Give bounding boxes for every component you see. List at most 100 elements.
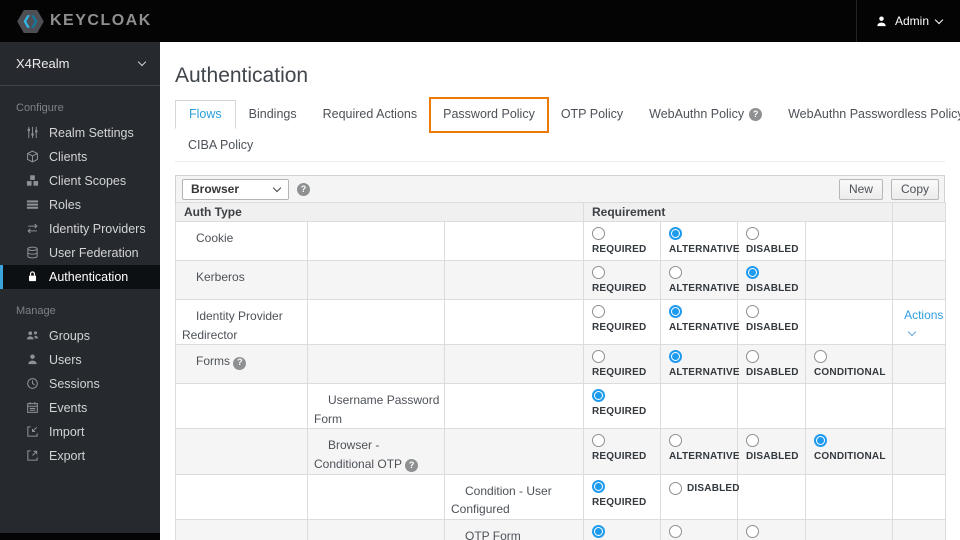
tab-bindings[interactable]: Bindings <box>236 100 310 129</box>
empty-cell <box>805 221 894 261</box>
radio-alternative[interactable] <box>669 266 683 279</box>
sidebar-item-events[interactable]: Events <box>0 396 160 420</box>
actions-dropdown[interactable]: Actions <box>894 301 944 337</box>
radio-required[interactable] <box>592 227 606 240</box>
requirement-cell: DISABLED <box>737 298 807 346</box>
tab-webauthn-passwordless-policy[interactable]: WebAuthn Passwordless Policy? <box>775 100 960 129</box>
radio-disabled[interactable] <box>746 305 760 318</box>
sidebar-item-roles[interactable]: Roles <box>0 193 160 217</box>
radio-alternative[interactable] <box>669 227 683 240</box>
empty-cell <box>175 428 308 475</box>
user-icon <box>875 15 888 28</box>
requirement-label: REQUIRED <box>592 451 647 463</box>
cubes-icon <box>26 174 40 188</box>
question-icon[interactable]: ? <box>749 107 763 121</box>
calendar-icon <box>26 401 40 415</box>
radio-disabled[interactable] <box>746 266 760 279</box>
flow-toolbar: Browser ? New Copy <box>175 175 945 203</box>
tab-label: Required Actions <box>322 107 418 121</box>
requirement-label: REQUIRED <box>592 244 647 255</box>
radio-required[interactable] <box>592 350 606 364</box>
radio-conditional[interactable] <box>814 434 828 448</box>
requirement-cell: DISABLED <box>737 221 807 261</box>
new-button[interactable]: New <box>838 178 883 200</box>
sidebar-item-label: Import <box>49 425 85 439</box>
sidebar-item-label: User Federation <box>49 246 139 260</box>
realm-selector[interactable]: X4Realm <box>0 42 160 86</box>
requirement-label: REQUIRED <box>592 496 647 508</box>
keycloak-logo[interactable]: KEYCLOAK <box>17 9 152 34</box>
sidebar-item-identity-providers[interactable]: Identity Providers <box>0 217 160 241</box>
radio-disabled[interactable] <box>746 524 760 538</box>
brand-name: KEYCLOAK <box>50 12 152 29</box>
user-icon <box>26 353 40 367</box>
help-icon[interactable]: ? <box>297 182 310 196</box>
auth-type-name: Forms <box>196 354 230 369</box>
requirement-option-disabled: DISABLED <box>746 434 805 462</box>
radio-disabled[interactable] <box>746 227 760 240</box>
question-icon[interactable]: ? <box>233 356 247 370</box>
radio-required[interactable] <box>592 305 606 318</box>
tab-password-policy[interactable]: Password Policy <box>429 97 549 133</box>
sidebar-item-export[interactable]: Export <box>0 444 160 468</box>
chevron-down-icon <box>934 15 944 24</box>
radio-alternative[interactable] <box>669 305 683 318</box>
requirement-option-required: REQUIRED <box>592 266 660 294</box>
requirement-cell: REQUIRED <box>583 344 662 385</box>
radio-required[interactable] <box>592 389 606 403</box>
radio-alternative[interactable] <box>669 524 683 538</box>
empty-cell <box>175 518 308 540</box>
flow-select[interactable]: Browser <box>182 178 289 200</box>
question-icon[interactable]: ? <box>405 459 419 473</box>
tab-webauthn-policy[interactable]: WebAuthn Policy? <box>636 100 775 129</box>
requirement-cell: REQUIRED <box>583 221 662 261</box>
requirement-cell: ALTERNATIVE <box>660 344 740 385</box>
sidebar-item-label: Authentication <box>49 270 129 284</box>
radio-required[interactable] <box>592 524 606 538</box>
sidebar-item-client-scopes[interactable]: Client Scopes <box>0 169 160 193</box>
sidebar-item-import[interactable]: Import <box>0 420 160 444</box>
requirement-option-required: REQUIRED <box>592 227 660 255</box>
auth-type-cell: Condition - User Configured <box>443 473 585 520</box>
radio-required[interactable] <box>592 434 606 448</box>
requirement-cell: ALTERNATIVE <box>660 260 740 300</box>
exchange-icon <box>26 222 40 236</box>
copy-button[interactable]: Copy <box>890 178 939 200</box>
tab-label: Flows <box>189 107 222 121</box>
tab-required-actions[interactable]: Required Actions <box>310 100 431 129</box>
auth-type-cell: Browser - Conditional OTP ? <box>307 428 445 475</box>
sidebar-item-clients[interactable]: Clients <box>0 145 160 169</box>
tab-ciba-policy[interactable]: CIBA Policy <box>175 132 266 159</box>
sidebar-item-user-federation[interactable]: User Federation <box>0 241 160 265</box>
empty-cell <box>660 383 739 430</box>
sidebar-item-label: Users <box>49 353 82 367</box>
admin-menu[interactable]: Admin <box>855 0 944 42</box>
empty-cell <box>307 344 445 385</box>
sidebar-item-realm-settings[interactable]: Realm Settings <box>0 121 160 145</box>
requirement-label: DISABLED <box>746 244 799 255</box>
requirement-cell: ALTERNATIVE <box>660 428 740 475</box>
tab-flows[interactable]: Flows <box>175 100 236 129</box>
empty-cell <box>307 518 445 540</box>
requirement-cell: REQUIRED <box>583 518 662 540</box>
radio-alternative[interactable] <box>669 434 683 448</box>
empty-cell <box>307 473 445 520</box>
sidebar-item-authentication[interactable]: Authentication <box>0 265 160 289</box>
empty-cell <box>892 383 947 430</box>
radio-alternative[interactable] <box>669 350 683 364</box>
sidebar-item-users[interactable]: Users <box>0 348 160 372</box>
radio-required[interactable] <box>592 266 606 279</box>
radio-disabled[interactable] <box>669 481 683 495</box>
radio-disabled[interactable] <box>746 350 760 364</box>
auth-type-name: Kerberos <box>196 270 245 284</box>
tab-otp-policy[interactable]: OTP Policy <box>548 100 636 129</box>
empty-cell <box>443 428 585 475</box>
sidebar-item-sessions[interactable]: Sessions <box>0 372 160 396</box>
tab-label: Password Policy <box>443 107 535 121</box>
sidebar-item-groups[interactable]: Groups <box>0 324 160 348</box>
radio-required[interactable] <box>592 479 606 493</box>
chevron-down-icon <box>137 57 147 67</box>
empty-cell <box>892 473 947 520</box>
radio-disabled[interactable] <box>746 434 760 448</box>
radio-conditional[interactable] <box>814 350 828 364</box>
